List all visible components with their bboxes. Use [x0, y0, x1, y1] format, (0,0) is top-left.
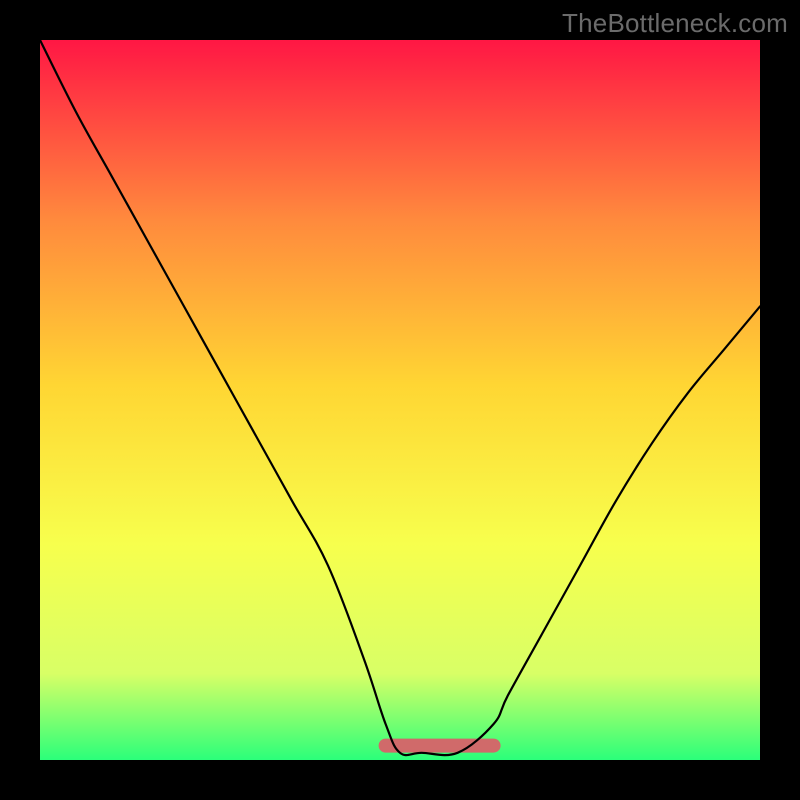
plot-area [40, 40, 760, 760]
bottleneck-curve [40, 40, 760, 755]
curve-layer [40, 40, 760, 760]
watermark-text: TheBottleneck.com [562, 8, 788, 39]
chart-frame: TheBottleneck.com [0, 0, 800, 800]
